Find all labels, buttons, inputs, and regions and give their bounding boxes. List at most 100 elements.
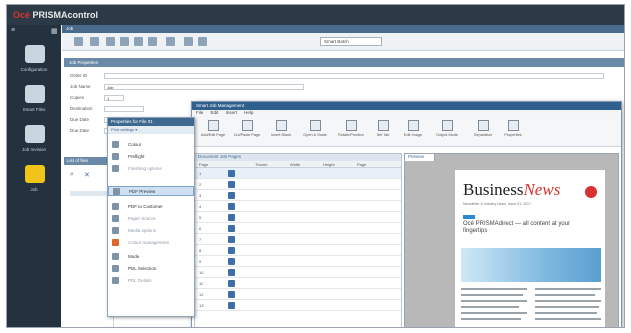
popup-item-preflight[interactable]: Preflight <box>108 152 194 162</box>
newsletter-subline: Newsletter & Industry News, Issue 01, 20… <box>463 202 531 206</box>
column-header[interactable]: Width <box>290 162 300 167</box>
properties-icon <box>507 120 519 131</box>
popup-item-label: Paper Source <box>128 216 156 221</box>
text-line <box>461 294 523 296</box>
row-number: 3 <box>199 193 202 198</box>
job-name-field[interactable]: Job <box>104 84 304 90</box>
menu-icon[interactable]: ≡ <box>11 27 15 34</box>
destination-field[interactable] <box>104 106 144 112</box>
table-row[interactable]: 3 <box>195 190 401 201</box>
popup-item-media[interactable]: Media options <box>108 226 194 236</box>
popup-item-label: Colour <box>128 142 142 147</box>
ribbon-button[interactable]: Insert Blank <box>266 120 296 144</box>
popup-item-label: PDF to Customer <box>128 204 163 209</box>
popup-item-colour-management[interactable]: Colour management <box>108 238 194 248</box>
page-thumbnail <box>228 214 235 221</box>
ribbon-button[interactable]: Separation <box>468 120 498 144</box>
refresh-icon[interactable] <box>198 37 207 46</box>
newsletter-page: BusinessNews Newsletter & Industry News,… <box>455 170 605 327</box>
save-icon[interactable] <box>148 37 157 46</box>
table-row[interactable]: 1 <box>195 168 401 179</box>
ribbon-label: Separation <box>473 133 493 137</box>
output-icon <box>441 120 453 131</box>
popup-item-label: Media options <box>128 228 157 233</box>
row-number: 13 <box>199 303 204 308</box>
new-icon[interactable] <box>74 37 83 46</box>
scale-icon <box>309 120 321 131</box>
ribbon-button[interactable]: Add/Edit Page <box>198 120 228 144</box>
table-row[interactable]: 11 <box>195 278 401 289</box>
menu-help[interactable]: Help <box>244 110 253 115</box>
table-row[interactable]: 5 <box>195 212 401 223</box>
menu-file[interactable]: File <box>196 110 203 115</box>
table-row[interactable]: 6 <box>195 223 401 234</box>
text-line <box>461 312 527 314</box>
page-thumbnail <box>228 258 235 265</box>
configuration-icon[interactable] <box>25 45 45 63</box>
section-header: Job Properties <box>64 58 624 67</box>
nav-label-job[interactable]: Job <box>7 187 61 192</box>
column-header[interactable]: Page <box>357 162 366 167</box>
popup-item-colour[interactable]: Colour <box>108 140 194 150</box>
ribbon-button[interactable]: Edit Image <box>398 120 428 144</box>
table-row[interactable]: 7 <box>195 234 401 245</box>
ribbon-button[interactable]: Open & Scale <box>300 120 330 144</box>
job-icon[interactable] <box>25 165 45 183</box>
column-header[interactable]: Height <box>323 162 335 167</box>
delete-icon[interactable] <box>166 37 175 46</box>
image-icon <box>407 120 419 131</box>
menu-insert[interactable]: Insert <box>226 110 237 115</box>
menu-edit[interactable]: Edit <box>211 110 219 115</box>
properties-popup: Properties for File 01 Print settings ▾ … <box>107 117 195 317</box>
edit-icon[interactable] <box>90 37 99 46</box>
popup-item-paper-source[interactable]: Paper Source <box>108 214 194 224</box>
table-row[interactable]: 9 <box>195 256 401 267</box>
ribbon-label: Properties <box>504 133 522 137</box>
table-row[interactable]: 13 <box>195 300 401 311</box>
form-label: Destination <box>70 106 93 111</box>
popup-item-pdl-selection[interactable]: PDL Selection <box>108 264 194 274</box>
tab-preview[interactable]: Preview <box>405 154 435 161</box>
nav-label-smart-files[interactable]: Smart Files <box>7 107 61 112</box>
popup-item-mode[interactable]: Mode <box>108 252 194 262</box>
popup-subtitle[interactable]: Print settings ▾ <box>108 126 194 134</box>
paste-icon[interactable] <box>120 37 129 46</box>
ribbon-button[interactable]: Set Tab <box>368 120 398 144</box>
sidebar: ≡ ▦ Configuration Smart Files Job revisi… <box>7 25 61 327</box>
text-line <box>535 318 601 320</box>
column-header[interactable]: Page <box>199 162 208 167</box>
search-icon[interactable]: ⌕ <box>70 171 74 179</box>
popup-item-finishing[interactable]: Finishing options <box>108 164 194 174</box>
list-item[interactable] <box>70 191 110 196</box>
grid-icon[interactable]: ▦ <box>51 27 58 35</box>
ribbon-button[interactable]: Cut/Paste Page <box>232 120 262 144</box>
table-row[interactable]: 10 <box>195 267 401 278</box>
ribbon-button[interactable]: Output Mode <box>432 120 462 144</box>
close-icon[interactable]: ✕ <box>84 171 90 179</box>
ribbon-button[interactable]: Properties <box>498 120 528 144</box>
column-header[interactable]: Thumb <box>255 162 267 167</box>
print-icon[interactable] <box>134 37 143 46</box>
table-row[interactable]: 12 <box>195 289 401 300</box>
page-thumbnail <box>228 280 235 287</box>
popup-item-pdf-customer[interactable]: PDF to Customer <box>108 202 194 212</box>
pdf-icon <box>113 188 120 195</box>
smart-files-icon[interactable] <box>25 85 45 103</box>
popup-item-pdf-preview[interactable]: PDF Preview <box>108 186 194 196</box>
ribbon-button[interactable]: Rotate/Position <box>336 120 366 144</box>
popup-item-pdl-details[interactable]: PDL Details <box>108 276 194 286</box>
table-row[interactable]: 8 <box>195 245 401 256</box>
page-thumbnail <box>228 247 235 254</box>
copy-icon[interactable] <box>106 37 115 46</box>
copies-field[interactable]: 1 <box>104 95 124 101</box>
job-revision-icon[interactable] <box>25 125 45 143</box>
batch-select[interactable]: Smart Batch <box>320 37 382 46</box>
table-row[interactable]: 2 <box>195 179 401 190</box>
order-id-field[interactable] <box>104 73 604 79</box>
table-row[interactable]: 4 <box>195 201 401 212</box>
send-icon[interactable] <box>184 37 193 46</box>
nav-label-configuration[interactable]: Configuration <box>7 67 61 72</box>
nav-label-job-revision[interactable]: Job revision <box>7 147 61 152</box>
media-icon <box>112 227 119 234</box>
row-number: 9 <box>199 259 202 264</box>
